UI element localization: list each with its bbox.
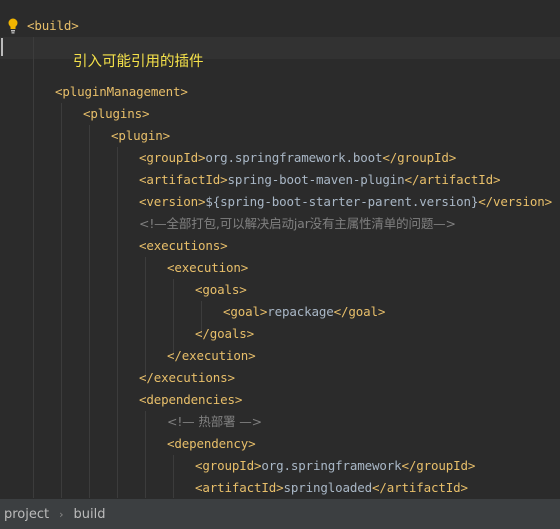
xml-open-tag: <dependencies>: [139, 392, 243, 407]
indent-guide: [173, 455, 174, 498]
indent-guide: [61, 103, 62, 498]
code-line[interactable]: <!— 热部署 —>: [167, 411, 262, 433]
code-editor[interactable]: 引入可能引用的插件 <build> <pluginManagement> <plug…: [0, 0, 560, 498]
xml-open-tag: <goals>: [195, 282, 247, 297]
xml-open-tag: <artifactId>: [195, 480, 284, 495]
code-line[interactable]: <pluginManagement>: [55, 81, 188, 103]
xml-comment: <!—全部打包,可以解决启动jar没有主属性清单的问题—>: [139, 216, 456, 231]
xml-open-tag: <dependency>: [167, 436, 256, 451]
code-line[interactable]: <artifactId>spring-boot-maven-plugin</ar…: [139, 169, 501, 191]
code-line[interactable]: <goals>: [195, 279, 247, 301]
xml-text-value: repackage: [267, 304, 334, 319]
code-line[interactable]: <execution>: [167, 257, 248, 279]
indent-guide: [145, 411, 146, 498]
code-line[interactable]: <plugins>: [83, 103, 150, 125]
code-line[interactable]: </execution>: [167, 345, 256, 367]
text-caret: [1, 38, 3, 56]
xml-close-tag: </artifactId>: [404, 172, 501, 187]
xml-text-value: org.springframework: [261, 458, 402, 473]
xml-text-value: springloaded: [283, 480, 373, 495]
xml-close-tag: </version>: [478, 194, 553, 209]
xml-open-tag: <pluginManagement>: [55, 84, 188, 99]
xml-text-value: org.springframework.boot: [205, 150, 383, 165]
xml-close-tag: </groupId>: [382, 150, 457, 165]
xml-close-tag: </execution>: [167, 348, 256, 363]
lightbulb-icon[interactable]: [8, 18, 18, 34]
code-line[interactable]: <groupId>org.springframework.boot</group…: [139, 147, 456, 169]
indent-guide: [33, 37, 34, 498]
xml-open-tag: <groupId>: [139, 150, 206, 165]
xml-open-tag: <plugin>: [111, 128, 171, 143]
xml-close-tag: </executions>: [139, 370, 235, 385]
indent-guide: [89, 125, 90, 498]
xml-open-tag: <version>: [139, 194, 206, 209]
code-line[interactable]: <version>${spring-boot-starter-parent.ve…: [139, 191, 552, 213]
code-line[interactable]: <executions>: [139, 235, 228, 257]
xml-close-tag: </groupId>: [401, 458, 476, 473]
code-line[interactable]: <dependencies>: [139, 389, 242, 411]
xml-text-value: ${spring-boot-starter-parent.version}: [205, 194, 479, 209]
xml-open-tag: <goal>: [223, 304, 268, 319]
xml-text-value: spring-boot-maven-plugin: [227, 172, 405, 187]
code-line[interactable]: <artifactId>springloaded</artifactId>: [195, 477, 468, 498]
xml-open-tag: <build>: [27, 18, 79, 33]
code-line[interactable]: <dependency>: [167, 433, 256, 455]
code-line[interactable]: <plugin>: [111, 125, 170, 147]
code-line[interactable]: </goals>: [195, 323, 254, 345]
xml-open-tag: <execution>: [167, 260, 249, 275]
xml-open-tag: <executions>: [139, 238, 228, 253]
code-line[interactable]: </executions>: [139, 367, 235, 389]
xml-open-tag: <plugins>: [83, 106, 150, 121]
xml-open-tag: <groupId>: [195, 458, 262, 473]
breadcrumb-item-build[interactable]: build: [70, 507, 110, 522]
chevron-right-icon: ›: [59, 507, 64, 521]
xml-close-tag: </goal>: [333, 304, 386, 319]
code-line[interactable]: <groupId>org.springframework</groupId>: [195, 455, 475, 477]
breadcrumb: project › build: [0, 498, 560, 529]
indent-guide: [145, 257, 146, 378]
code-line[interactable]: <goal>repackage</goal>: [223, 301, 385, 323]
code-line[interactable]: <build>: [27, 15, 79, 37]
breadcrumb-item-project[interactable]: project: [0, 507, 53, 522]
code-annotation-note: 引入可能引用的插件: [73, 54, 204, 70]
xml-close-tag: </goals>: [195, 326, 255, 341]
xml-comment: <!— 热部署 —>: [167, 414, 262, 429]
code-line[interactable]: <!—全部打包,可以解决启动jar没有主属性清单的问题—>: [139, 213, 456, 235]
indent-guide: [117, 147, 118, 498]
xml-open-tag: <artifactId>: [139, 172, 228, 187]
xml-close-tag: </artifactId>: [372, 480, 468, 495]
